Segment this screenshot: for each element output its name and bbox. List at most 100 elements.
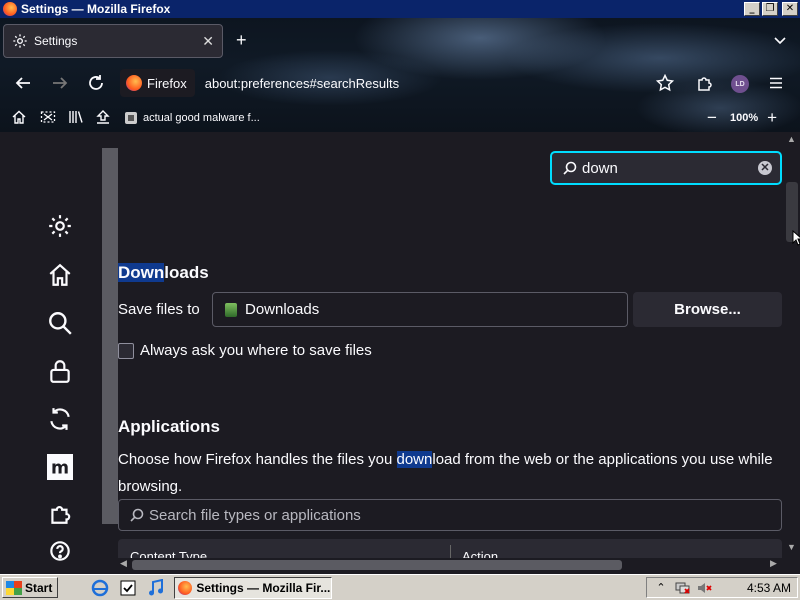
downloads-heading: Downloads xyxy=(118,263,209,283)
reload-button[interactable] xyxy=(86,73,106,93)
url-text[interactable]: about:preferences#searchResults xyxy=(205,76,399,91)
gear-icon xyxy=(13,34,27,48)
bookmark-star-button[interactable] xyxy=(655,73,675,93)
puzzle-icon xyxy=(698,77,712,91)
category-general[interactable] xyxy=(47,213,73,239)
window-title-bar[interactable]: Settings — Mozilla Firefox _ ❐ ✕ xyxy=(0,0,800,18)
account-avatar[interactable]: LD xyxy=(731,75,749,93)
applications-heading: Applications xyxy=(118,417,221,436)
always-ask-checkbox[interactable] xyxy=(118,343,134,359)
search-icon xyxy=(563,161,577,175)
gear-icon xyxy=(49,215,71,237)
scissors-icon xyxy=(40,111,56,123)
tray-expand-icon[interactable]: ⌃ xyxy=(653,580,669,596)
upload-icon xyxy=(96,110,110,124)
restore-button[interactable]: ❐ xyxy=(762,2,778,16)
mozilla-m-icon: m xyxy=(47,454,73,480)
bookmarks-toolbar: actual good malware f... xyxy=(0,106,800,132)
zoom-in-button[interactable]: + xyxy=(764,108,780,128)
bookmark-item[interactable]: actual good malware f... xyxy=(124,111,260,125)
network-disconnected-icon[interactable] xyxy=(675,580,691,596)
scroll-left-arrow-icon[interactable]: ◀ xyxy=(120,558,127,569)
bookmark-folder-button[interactable] xyxy=(95,109,111,125)
zoom-level[interactable]: 100% xyxy=(730,112,758,124)
scroll-down-arrow-icon[interactable]: ▼ xyxy=(787,542,796,552)
applications-search-placeholder: Search file types or applications xyxy=(149,506,361,524)
extensions-button[interactable] xyxy=(695,73,715,93)
back-button[interactable] xyxy=(13,73,33,93)
browse-button[interactable]: Browse... xyxy=(633,292,782,327)
zoom-out-button[interactable]: − xyxy=(704,108,720,128)
quicklaunch-desktop[interactable] xyxy=(118,578,138,598)
list-all-tabs-chevron-icon[interactable] xyxy=(772,32,788,48)
hamburger-menu-icon xyxy=(770,77,782,89)
quicklaunch-media[interactable] xyxy=(146,578,166,598)
close-button[interactable]: ✕ xyxy=(782,2,798,16)
forward-button[interactable] xyxy=(50,73,70,93)
browser-toolbar-area: Settings ✕ + Firefox about:preferences#s… xyxy=(0,18,800,132)
category-sync[interactable] xyxy=(47,406,73,432)
clock[interactable]: 4:53 AM xyxy=(747,581,791,595)
tab-settings[interactable]: Settings ✕ xyxy=(3,24,223,58)
home-button[interactable] xyxy=(11,109,27,125)
always-ask-label[interactable]: Always ask you where to save files xyxy=(140,342,372,359)
sync-icon xyxy=(50,408,70,430)
download-folder-field: Downloads xyxy=(212,292,628,327)
scrollbar-thumb[interactable] xyxy=(132,560,622,570)
home-icon xyxy=(12,110,26,124)
horizontal-scrollbar[interactable]: ◀ ▶ xyxy=(118,558,784,572)
zoom-controls: − 100% + xyxy=(704,108,780,128)
applications-description: Choose how Firefox handles the files you… xyxy=(118,446,778,500)
settings-search-input[interactable]: down ✕ xyxy=(550,151,782,185)
quicklaunch-ie[interactable] xyxy=(90,578,110,598)
clear-search-icon[interactable]: ✕ xyxy=(758,161,772,175)
screenshot-button[interactable] xyxy=(40,109,56,125)
bookmark-favicon-icon xyxy=(125,112,137,124)
checkbox-app-icon xyxy=(120,580,136,595)
firefox-icon xyxy=(178,580,193,595)
arrow-right-icon xyxy=(53,77,68,89)
library-icon xyxy=(69,111,83,123)
svg-text:m: m xyxy=(51,459,69,479)
search-icon xyxy=(49,312,72,335)
url-bar[interactable]: Firefox about:preferences#searchResults xyxy=(120,68,650,98)
settings-page: m down ✕ Downloads Save files to Downloa… xyxy=(0,132,800,572)
extensions-icon xyxy=(51,506,71,524)
category-privacy[interactable] xyxy=(47,358,73,384)
applications-search-input[interactable]: Search file types or applications xyxy=(118,499,782,531)
music-note-icon xyxy=(149,578,164,595)
category-search[interactable] xyxy=(47,310,73,336)
search-icon xyxy=(130,508,144,522)
category-more-from-mozilla[interactable]: m xyxy=(47,454,73,480)
start-label: Start xyxy=(25,580,53,595)
firefox-icon xyxy=(126,75,142,91)
vertical-scrollbar[interactable]: ▲ ▼ xyxy=(784,132,800,560)
firefox-logo-icon xyxy=(3,2,17,16)
category-extensions[interactable] xyxy=(47,500,73,526)
scroll-right-arrow-icon[interactable]: ▶ xyxy=(770,558,777,569)
library-button[interactable] xyxy=(68,109,84,125)
category-support[interactable] xyxy=(47,538,73,564)
taskbar: Start Settings — Mozilla Fir... ⌃ 4:53 A… xyxy=(0,574,800,600)
save-files-label: Save files to xyxy=(118,301,200,318)
mouse-cursor-icon xyxy=(792,230,800,246)
taskbar-firefox-window[interactable]: Settings — Mozilla Fir... xyxy=(174,576,333,599)
applications-desc-before: Choose how Firefox handles the files you xyxy=(118,451,397,468)
internet-explorer-icon xyxy=(92,579,109,596)
bookmark-label: actual good malware f... xyxy=(143,112,260,124)
identity-box[interactable]: Firefox xyxy=(120,69,195,97)
scroll-up-arrow-icon[interactable]: ▲ xyxy=(787,134,796,144)
taskbar-item-label: Settings — Mozilla Fir... xyxy=(196,580,331,595)
new-tab-button[interactable]: + xyxy=(236,30,247,51)
tab-label: Settings xyxy=(34,34,78,48)
minimize-button[interactable]: _ xyxy=(744,2,760,16)
folder-icon xyxy=(225,302,237,317)
lock-icon xyxy=(50,360,70,383)
category-home[interactable] xyxy=(47,262,73,288)
volume-muted-icon[interactable] xyxy=(697,580,713,596)
download-folder-value: Downloads xyxy=(245,301,320,318)
search-highlight: down xyxy=(396,451,433,468)
start-button[interactable]: Start xyxy=(2,577,59,598)
close-tab-icon[interactable]: ✕ xyxy=(202,33,214,50)
app-menu-button[interactable] xyxy=(766,73,786,93)
